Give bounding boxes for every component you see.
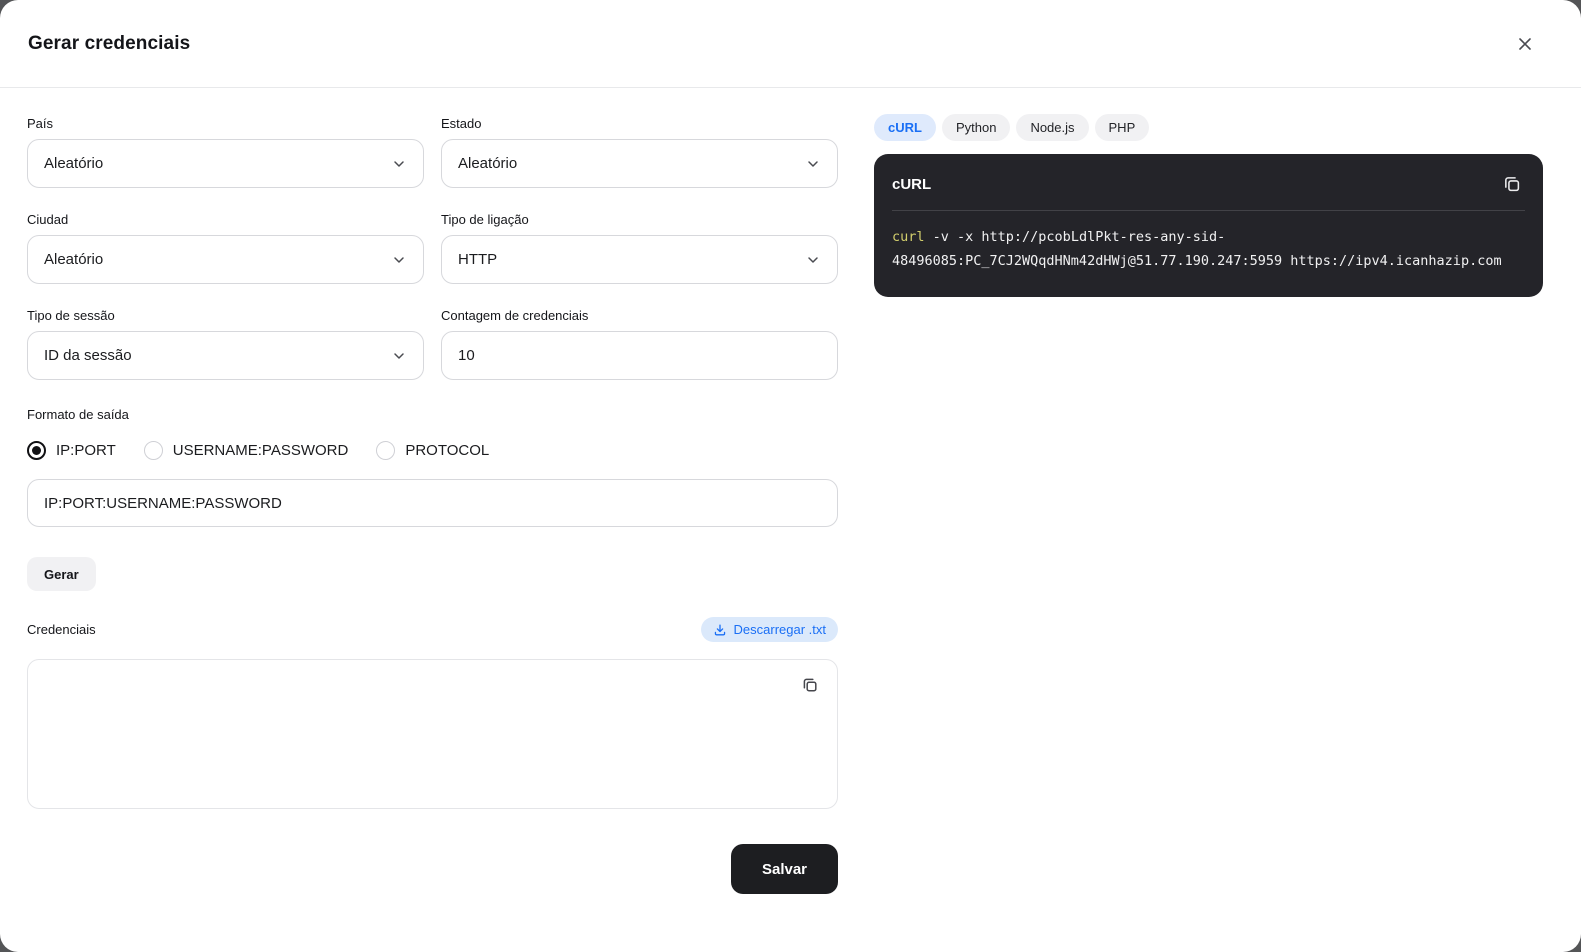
session-type-label: Tipo de sessão [27, 308, 115, 323]
credentials-label: Credenciais [27, 622, 96, 637]
chevron-down-icon [808, 256, 818, 263]
credentials-count-input[interactable] [441, 331, 838, 380]
generate-credentials-modal: Gerar credenciais País Aleatório Estado … [0, 0, 1581, 952]
chevron-down-icon [808, 160, 818, 167]
download-txt-label: Descarregar .txt [733, 622, 826, 637]
radio-protocol[interactable]: PROTOCOL [376, 441, 489, 460]
radio-icon [376, 441, 396, 460]
city-select-value: Aleatório [44, 251, 104, 268]
credentials-form: País Aleatório Estado Aleatório Ciudad A… [27, 116, 838, 952]
connection-type-select[interactable]: HTTP [441, 235, 838, 284]
connection-type-select-value: HTTP [458, 251, 498, 268]
download-txt-button[interactable]: Descarregar .txt [700, 617, 838, 642]
close-icon [1519, 37, 1531, 50]
radio-icon [27, 441, 46, 460]
generate-button[interactable]: Gerar [27, 557, 96, 591]
chevron-down-icon [394, 256, 404, 263]
modal-header: Gerar credenciais [0, 0, 1581, 88]
session-type-select[interactable]: ID da sessão [27, 331, 424, 380]
country-select-value: Aleatório [44, 155, 104, 172]
save-row: Salvar [27, 844, 838, 894]
radio-protocol-label: PROTOCOL [405, 442, 490, 459]
field-credentials-count: Contagem de credenciais [441, 308, 838, 380]
radio-ip-port-label: IP:PORT [56, 442, 116, 459]
country-select[interactable]: Aleatório [27, 139, 424, 188]
code-block-header: cURL [892, 154, 1525, 211]
copy-icon [803, 678, 817, 692]
state-label: Estado [441, 116, 482, 131]
radio-icon [143, 441, 163, 460]
format-input[interactable] [27, 479, 838, 527]
city-label: Ciudad [27, 212, 69, 227]
copy-code-button[interactable] [1499, 171, 1525, 197]
city-select[interactable]: Aleatório [27, 235, 424, 284]
output-format-radio-group: IP:PORT USERNAME:PASSWORD PROTOCOL [27, 441, 838, 460]
chevron-down-icon [394, 160, 404, 167]
connection-type-label: Tipo de ligação [441, 212, 529, 227]
field-country: País Aleatório [27, 116, 424, 188]
code-command: curl [892, 229, 925, 245]
radio-username-password[interactable]: USERNAME:PASSWORD [143, 441, 349, 460]
chevron-down-icon [394, 352, 404, 359]
code-arguments: -v -x http://pcobLdlPkt-res-any-sid-4849… [892, 229, 1502, 269]
field-session-type: Tipo de sessão ID da sessão [27, 308, 424, 380]
language-tabs: cURL Python Node.js PHP [874, 114, 1543, 141]
country-label: País [27, 116, 54, 131]
field-city: Ciudad Aleatório [27, 212, 424, 284]
download-icon [714, 624, 725, 635]
modal-title: Gerar credenciais [28, 32, 191, 54]
modal-content: País Aleatório Estado Aleatório Ciudad A… [0, 88, 1581, 952]
code-block: cURL curl -v -x http://pcobLdlPkt-res-an… [874, 154, 1543, 297]
tab-nodejs[interactable]: Node.js [1016, 114, 1089, 141]
code-panel: cURL Python Node.js PHP cURL curl -v -x … [874, 114, 1543, 952]
fields-grid: País Aleatório Estado Aleatório Ciudad A… [27, 116, 838, 380]
credentials-textarea[interactable] [27, 659, 838, 809]
code-snippet: curl -v -x http://pcobLdlPkt-res-any-sid… [874, 211, 1543, 297]
radio-username-password-label: USERNAME:PASSWORD [172, 442, 349, 459]
radio-ip-port[interactable]: IP:PORT [27, 441, 116, 460]
close-button[interactable] [1509, 28, 1541, 60]
code-block-title: cURL [892, 175, 932, 193]
field-connection-type: Tipo de ligação HTTP [441, 212, 838, 284]
copy-credentials-button[interactable] [796, 671, 824, 699]
state-select[interactable]: Aleatório [441, 139, 838, 188]
credentials-count-label: Contagem de credenciais [441, 308, 589, 323]
credentials-header-row: Credenciais Descarregar .txt [27, 617, 838, 642]
state-select-value: Aleatório [458, 155, 518, 172]
credentials-output-area [27, 659, 838, 814]
copy-icon [1505, 177, 1520, 192]
tab-curl[interactable]: cURL [874, 114, 936, 141]
save-button[interactable]: Salvar [731, 844, 838, 894]
tab-python[interactable]: Python [941, 114, 1011, 141]
output-format-label: Formato de saída [27, 407, 129, 422]
session-type-select-value: ID da sessão [44, 347, 132, 364]
field-state: Estado Aleatório [441, 116, 838, 188]
tab-php[interactable]: PHP [1094, 114, 1150, 141]
